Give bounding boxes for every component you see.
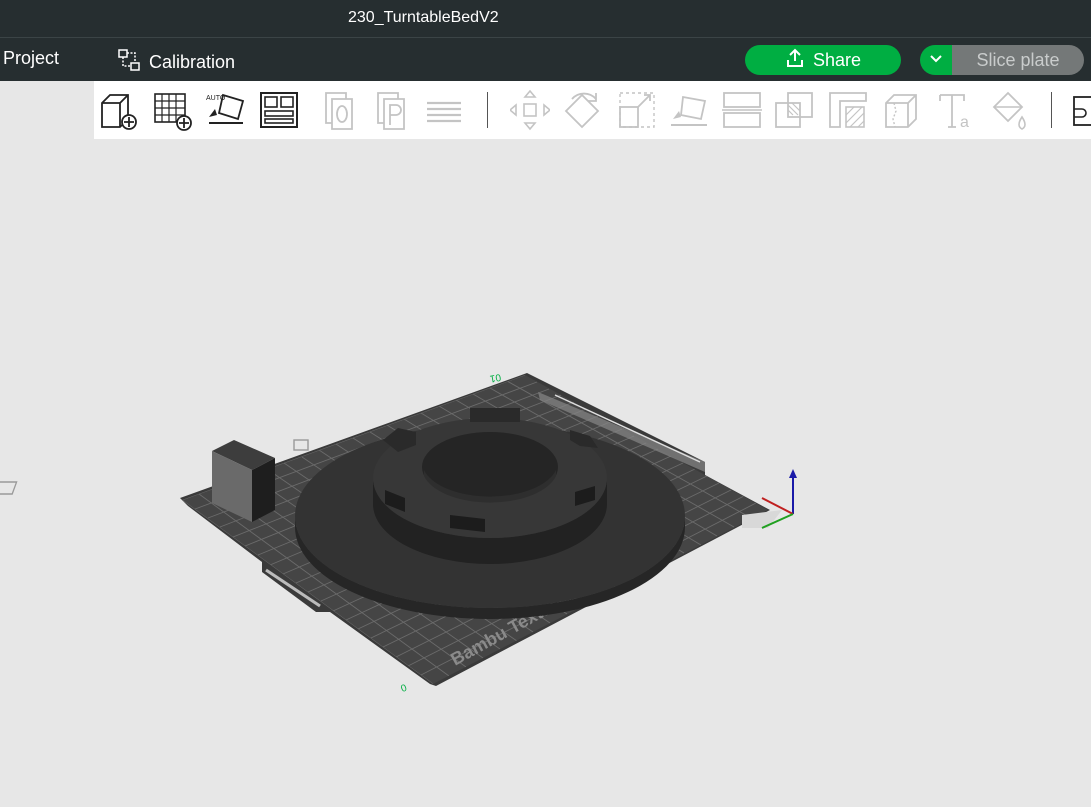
- boolean-icon: [775, 92, 813, 128]
- slice-plate-button[interactable]: Slice plate: [952, 45, 1084, 75]
- toolbar-divider: [487, 92, 488, 128]
- text-icon: a: [939, 94, 969, 131]
- lay-on-face-button[interactable]: [669, 89, 709, 131]
- split-parts-button[interactable]: [372, 89, 412, 131]
- lay-on-face-icon: [671, 95, 707, 126]
- build-plate-scene: Bambu Textured PEI Plate 01 0: [0, 371, 797, 695]
- menu-calibration-label: Calibration: [149, 52, 236, 72]
- scale-button[interactable]: [616, 89, 656, 131]
- boolean-button[interactable]: [774, 89, 814, 131]
- svg-text:01: 01: [488, 371, 501, 384]
- scale-icon: [619, 92, 655, 128]
- slice-plate-label: Slice plate: [976, 49, 1060, 70]
- auto-orient-icon: AUTO: [206, 93, 245, 124]
- layers-button[interactable]: [425, 89, 465, 131]
- menu-calibration[interactable]: Calibration: [117, 48, 235, 77]
- add-object-button[interactable]: [98, 89, 138, 131]
- rotate-icon: [564, 92, 600, 129]
- support-paint-icon: [829, 92, 867, 128]
- auto-orient-button[interactable]: AUTO: [205, 89, 245, 131]
- toolbar: AUTO a: [94, 81, 1091, 139]
- assembly-icon: [1073, 96, 1091, 126]
- cut-icon: [722, 92, 762, 128]
- svg-text:0: 0: [400, 683, 409, 695]
- menu-project-label: Project: [3, 48, 60, 68]
- arrange-button[interactable]: [259, 89, 299, 131]
- 3d-viewport[interactable]: Bambu Textured PEI Plate 01 0: [0, 139, 1091, 802]
- rotate-button[interactable]: [562, 89, 602, 131]
- add-plate-button[interactable]: [152, 89, 192, 131]
- menu-project[interactable]: Project: [3, 48, 59, 69]
- color-paint-icon: [992, 91, 1026, 130]
- seam-paint-icon: [885, 94, 917, 128]
- window-title: 230_TurntableBedV2: [348, 9, 499, 26]
- toolbar-divider: [1051, 92, 1052, 128]
- add-plate-icon: [154, 93, 192, 131]
- move-icon: [508, 89, 552, 131]
- title-bar: 230_TurntableBedV2: [0, 0, 1091, 37]
- cut-button[interactable]: [722, 89, 762, 131]
- text-tool-button[interactable]: a: [936, 89, 976, 131]
- upload-icon: [785, 48, 805, 73]
- move-button[interactable]: [508, 89, 552, 131]
- arrange-icon: [260, 92, 298, 128]
- layers-icon: [427, 101, 461, 123]
- share-label: Share: [812, 49, 862, 70]
- color-paint-button[interactable]: [988, 89, 1028, 131]
- assembly-button[interactable]: [1072, 89, 1091, 131]
- seam-paint-button[interactable]: [882, 89, 922, 131]
- add-object-icon: [101, 94, 137, 130]
- split-objects-icon: [325, 92, 353, 130]
- support-paint-button[interactable]: [828, 89, 868, 131]
- split-parts-icon: [377, 92, 405, 130]
- calibration-icon: [117, 48, 141, 77]
- slice-group: Slice plate: [920, 45, 1084, 75]
- svg-text:a: a: [960, 114, 969, 131]
- split-objects-button[interactable]: [320, 89, 360, 131]
- menu-bar: Project Calibration Share Slice plate: [0, 37, 1091, 81]
- share-button[interactable]: Share: [745, 45, 901, 75]
- chevron-down-icon: [929, 51, 943, 69]
- slice-dropdown[interactable]: [920, 45, 952, 75]
